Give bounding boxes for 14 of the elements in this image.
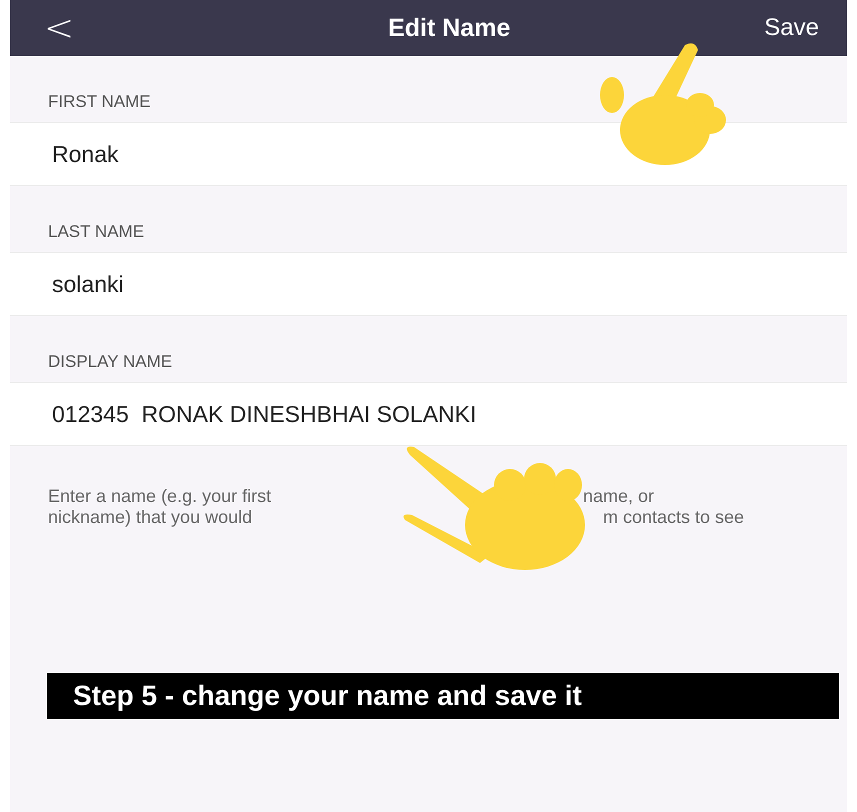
field-label: DISPLAY NAME — [48, 352, 172, 373]
input-field[interactable]: solanki — [10, 252, 847, 316]
hint-text: name, or — [583, 486, 654, 507]
field-label: LAST NAME — [48, 222, 144, 243]
screen-title: Edit Name — [387, 14, 510, 42]
step-caption: Step 5 - change your name and save it — [47, 673, 839, 719]
hint-text: m contacts to see — [603, 507, 744, 528]
hint-text: Enter a name (e.g. your first — [48, 486, 272, 507]
input-field[interactable]: Ronak — [10, 122, 847, 186]
save-button[interactable]: Save — [764, 14, 819, 42]
field-label: FIRST NAME — [48, 92, 151, 113]
back-button[interactable]: < — [44, 8, 74, 48]
hint-text: nickname) that you would — [48, 507, 252, 528]
input-field[interactable]: 012345 RONAK DINESHBHAI SOLANKI — [10, 382, 847, 446]
